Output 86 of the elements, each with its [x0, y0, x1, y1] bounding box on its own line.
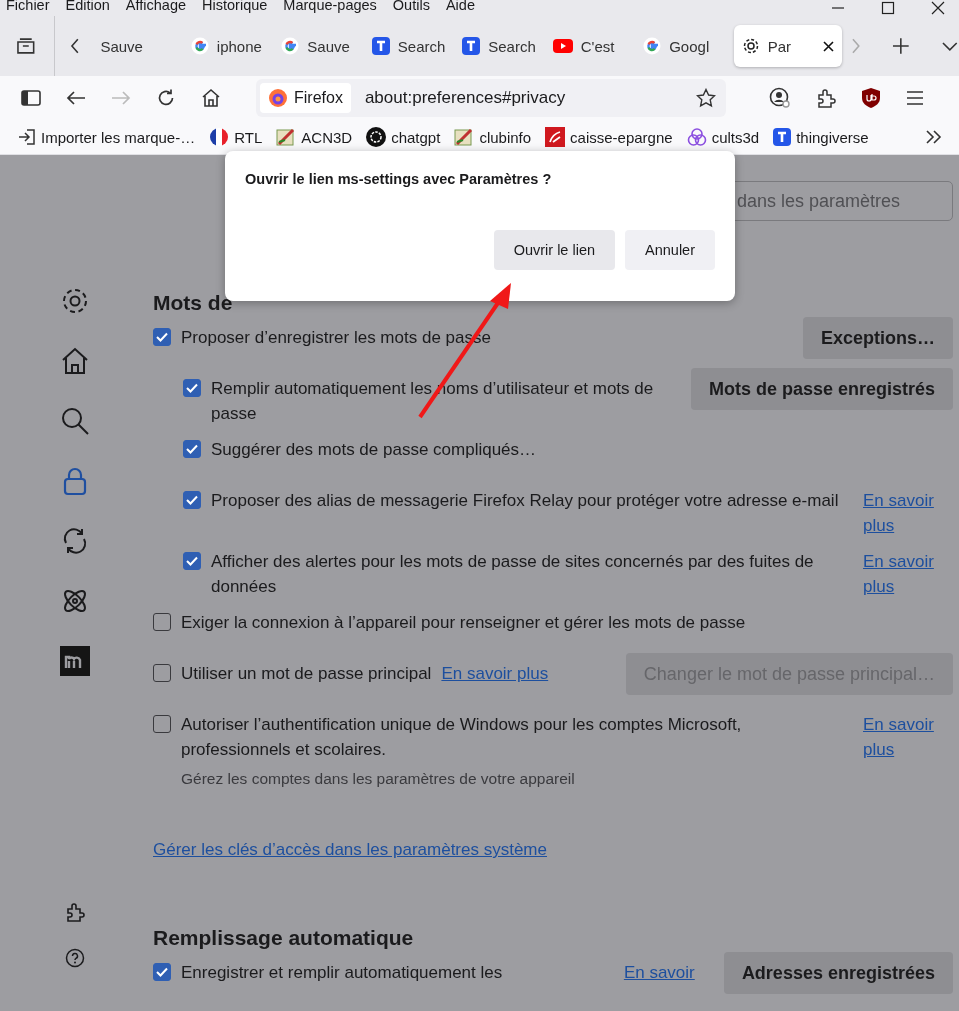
checkbox-label: Autoriser l’authentification unique de Windows pour les comptes Microsoft, professionnels et scolaires. [181, 714, 743, 761]
browser-tab[interactable]: iphone [184, 25, 276, 68]
checkbox-label: Utiliser un mot de passe principal [181, 663, 432, 685]
tab-list-icon[interactable] [16, 36, 36, 57]
checkbox-label: Afficher des alertes pour les mots de passe de sites concernés par des fuites de données [211, 551, 815, 598]
pencil-icon [454, 127, 475, 148]
checkbox[interactable] [183, 379, 201, 397]
google-icon [643, 37, 662, 56]
pencil-icon [276, 127, 297, 148]
section-heading: Remplissage automatique [153, 926, 415, 950]
dialog-button[interactable]: Ouvrir le lien [493, 230, 615, 270]
play-icon [552, 39, 573, 54]
checkbox[interactable] [153, 664, 171, 682]
flag-icon [209, 127, 230, 148]
chevron-left-icon[interactable] [68, 37, 81, 56]
sidebar-icon[interactable] [21, 90, 41, 107]
browser-tab[interactable]: Googl [637, 25, 728, 68]
menu-item[interactable]: Historique [202, 0, 268, 12]
bookmark[interactable]: ACN3D [276, 127, 353, 148]
puzzle-icon[interactable] [64, 902, 85, 922]
chatgpt-logo-icon [366, 127, 387, 148]
browser-tab[interactable]: Par [733, 25, 842, 68]
account-icon[interactable] [769, 87, 791, 110]
checkbox[interactable] [183, 440, 201, 458]
checkbox-label: Exiger la connexion à l’appareil pour renseigner et gérer les mots de passe [181, 612, 746, 634]
checkbox-label: Suggérer des mots de passe compliqués… [211, 439, 537, 461]
bookmark[interactable]: clubinfo [454, 127, 532, 148]
menu-item[interactable]: Outils [392, 0, 430, 12]
shield-icon[interactable] [861, 87, 881, 110]
t-logo-icon [462, 37, 481, 56]
close-icon[interactable] [822, 40, 834, 52]
checkbox[interactable] [153, 715, 171, 733]
plus-icon[interactable] [891, 37, 910, 56]
bookmark[interactable]: Importer les marque-… [18, 128, 196, 146]
checkbox[interactable] [153, 963, 171, 981]
bookmark[interactable]: cults3d [686, 127, 760, 148]
checkbox-label: Enregistrer et remplir automatiquement les [181, 963, 503, 982]
t-logo-icon [773, 128, 792, 147]
checkbox[interactable] [153, 328, 171, 346]
menu-item[interactable]: Affichage [125, 0, 187, 12]
address-bar[interactable]: Firefox about:preferences#privacy [256, 79, 726, 118]
menu-item[interactable]: Aide [445, 0, 475, 12]
dialog-button[interactable]: Annuler [625, 230, 715, 270]
browser-tab[interactable]: Sauve [94, 25, 185, 68]
puzzle-icon[interactable] [816, 88, 836, 109]
m-logo-icon[interactable] [59, 646, 90, 676]
home-icon[interactable] [201, 88, 221, 109]
checkbox[interactable] [153, 613, 171, 631]
settings-button[interactable]: Adresses enregistrées [723, 952, 953, 994]
back-icon[interactable] [66, 90, 86, 107]
browser-tab[interactable]: C'est [546, 25, 638, 68]
knot-icon [686, 127, 707, 148]
gear-icon [741, 37, 760, 56]
checkbox[interactable] [183, 491, 201, 509]
section-heading: Mots de [153, 291, 234, 315]
menu-icon[interactable] [906, 90, 924, 107]
firefox-logo-icon [268, 88, 288, 109]
menu-item[interactable]: Fichier [6, 0, 50, 12]
settings-button[interactable]: Exceptions… [802, 317, 953, 359]
menu-item[interactable]: Edition [65, 0, 110, 12]
maximize-icon[interactable] [881, 1, 895, 15]
url-text: about:preferences#privacy [364, 88, 566, 109]
checkbox[interactable] [183, 552, 201, 570]
squirrel-logo-icon [545, 127, 566, 148]
import-icon [18, 129, 36, 146]
chevron-down-icon[interactable] [941, 40, 959, 53]
google-icon [281, 37, 300, 56]
browser-tab[interactable]: Search [365, 25, 457, 68]
bookmark[interactable]: caisse-epargne [545, 127, 673, 148]
search-icon[interactable] [59, 406, 90, 436]
settings-button[interactable]: Mots de passe enregistrés [690, 368, 953, 410]
menu-item[interactable]: Marque-pages [283, 0, 377, 12]
bookmark[interactable]: RTL [209, 127, 263, 148]
bookmark[interactable]: chatgpt [366, 127, 441, 148]
hint-text: Gérez les comptes dans les paramètres de votre appareil [181, 769, 576, 789]
double-chevron-icon[interactable] [925, 129, 943, 146]
browser-tab[interactable]: Search [456, 25, 547, 68]
star-icon[interactable] [696, 88, 716, 109]
t-logo-icon [371, 37, 390, 56]
close-icon[interactable] [931, 1, 945, 15]
bookmark[interactable]: thingiverse [773, 128, 869, 147]
browser-tab[interactable]: Sauve [275, 25, 366, 68]
checkbox-label: Proposer des alias de messagerie Firefox Relay pour protéger votre adresse e-mail [211, 490, 839, 512]
help-icon[interactable] [64, 948, 85, 968]
google-icon [190, 37, 209, 56]
identity-chip[interactable]: Firefox [260, 83, 351, 114]
